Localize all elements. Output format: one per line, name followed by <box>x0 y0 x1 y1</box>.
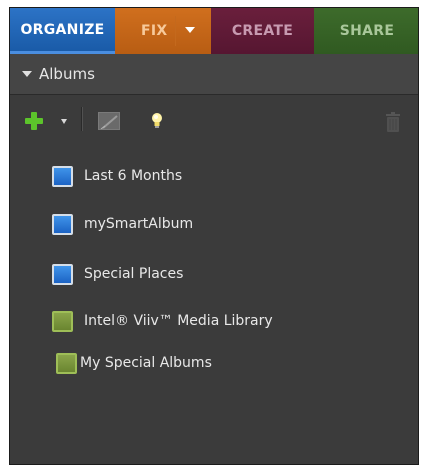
album-item[interactable]: mySmartAlbum <box>52 209 392 239</box>
lightbulb-icon[interactable] <box>151 112 163 130</box>
expand-triangle-icon[interactable] <box>22 71 32 77</box>
workspace-tabs: ORGANIZE FIX CREATE SHARE <box>10 8 418 54</box>
album-item[interactable]: My Special Albums <box>56 348 396 378</box>
album-label: Intel® Viiv™ Media Library <box>84 313 273 329</box>
edit-icon[interactable] <box>98 112 120 130</box>
album-label: Special Places <box>84 266 184 282</box>
album-list: Last 6 Months mySmartAlbum Special Place… <box>10 143 418 464</box>
trash-icon[interactable] <box>386 112 400 132</box>
tab-fix[interactable]: FIX <box>115 8 211 54</box>
tab-create-label: CREATE <box>231 23 294 39</box>
album-item[interactable]: Last 6 Months <box>52 161 392 191</box>
organizer-panel: ORGANIZE FIX CREATE SHARE Albums Last 6 … <box>9 7 419 465</box>
tab-organize[interactable]: ORGANIZE <box>10 8 115 54</box>
tab-organize-label: ORGANIZE <box>20 21 105 38</box>
smart-album-icon <box>52 213 73 235</box>
albums-header-label: Albums <box>39 65 95 83</box>
album-item[interactable]: Intel® Viiv™ Media Library <box>52 306 392 336</box>
album-item[interactable]: Special Places <box>52 259 392 289</box>
album-label: Last 6 Months <box>84 168 183 184</box>
chevron-down-icon[interactable] <box>185 27 195 33</box>
add-icon[interactable] <box>25 112 43 130</box>
smart-album-icon <box>52 165 73 187</box>
tab-fix-divider <box>175 16 176 46</box>
album-group-icon <box>52 310 73 332</box>
album-label: My Special Albums <box>80 355 212 371</box>
tab-create[interactable]: CREATE <box>211 8 314 54</box>
tab-share[interactable]: SHARE <box>314 8 418 54</box>
albums-toolbar <box>10 95 418 143</box>
tab-fix-label: FIX <box>141 23 168 39</box>
toolbar-divider <box>81 107 83 131</box>
album-label: mySmartAlbum <box>84 216 194 232</box>
albums-section-header[interactable]: Albums <box>10 54 418 94</box>
tab-share-label: SHARE <box>339 23 395 39</box>
album-group-icon <box>56 352 77 374</box>
smart-album-icon <box>52 263 73 285</box>
dropdown-caret-icon[interactable] <box>61 119 67 124</box>
